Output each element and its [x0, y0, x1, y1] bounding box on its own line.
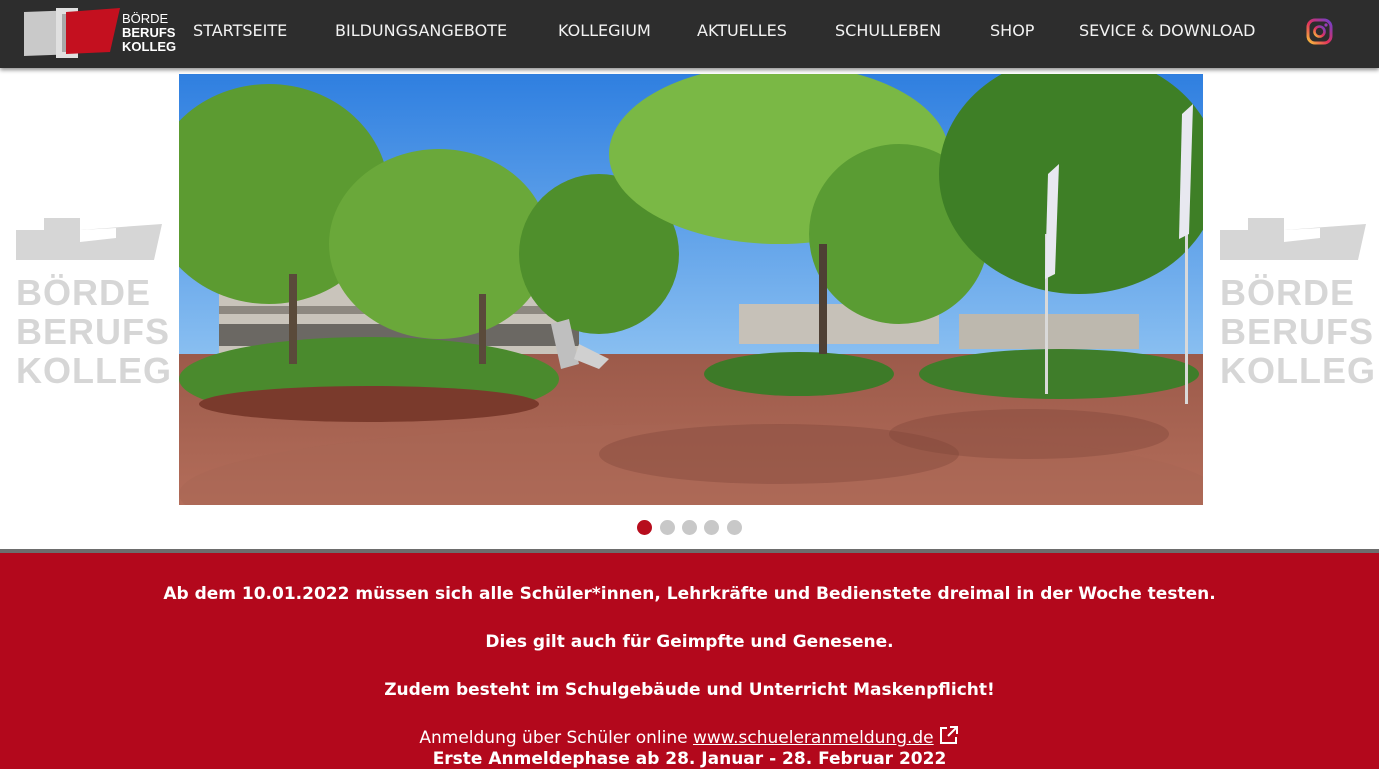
slider-dot-1[interactable]: [637, 520, 652, 535]
side-logo-left: BÖRDE BERUFS KOLLEG: [16, 216, 171, 391]
registration-phase: Erste Anmeldephase ab 28. Januar - 28. F…: [432, 749, 947, 769]
campus-photo: [179, 74, 1203, 505]
slider-dot-4[interactable]: [704, 520, 719, 535]
logo-line-2: BERUFS: [122, 25, 176, 40]
side-logo-line-3: KOLLEG: [1220, 350, 1376, 391]
slider-image[interactable]: [179, 74, 1203, 505]
nav-item-kollegium[interactable]: KOLLEGIUM: [558, 21, 651, 40]
nav-item-service-download[interactable]: SEVICE & DOWNLOAD: [1079, 21, 1255, 40]
nav-item-schulleben[interactable]: SCHULLEBEN: [835, 21, 941, 40]
slider-dot-3[interactable]: [682, 520, 697, 535]
logo-line-3: KOLLEG: [122, 39, 177, 54]
logo-line-1: BÖRDE: [122, 11, 169, 26]
logo-text: BÖRDE BERUFS KOLLEG: [122, 12, 176, 54]
registration-link[interactable]: www.schueleranmeldung.de: [693, 728, 934, 748]
announcement-line-1: Ab dem 10.01.2022 müssen sich alle Schül…: [163, 584, 1216, 604]
announcement-line-2: Dies gilt auch für Geimpfte und Genesene…: [485, 632, 894, 652]
logo-mark-icon: [16, 218, 162, 260]
announcement-line-3: Zudem besteht im Schulgebäude und Unterr…: [384, 680, 995, 700]
side-logo-right: BÖRDE BERUFS KOLLEG: [1220, 216, 1375, 391]
slider-dot-5[interactable]: [727, 520, 742, 535]
announcement-banner: Ab dem 10.01.2022 müssen sich alle Schül…: [0, 553, 1379, 769]
nav-item-shop[interactable]: SHOP: [990, 21, 1034, 40]
instagram-icon[interactable]: [1306, 18, 1333, 45]
side-logo-line-1: BÖRDE: [1220, 272, 1356, 313]
logo-mark-icon: [24, 8, 120, 58]
site-header: BÖRDE BERUFS KOLLEG STARTSEITE BILDUNGSA…: [0, 0, 1379, 68]
logo-mark-icon: [1220, 218, 1366, 260]
side-logo-line-1: BÖRDE: [16, 272, 152, 313]
side-logo-line-3: KOLLEG: [16, 350, 172, 391]
side-logo-line-2: BERUFS: [1220, 311, 1375, 352]
nav-item-startseite[interactable]: STARTSEITE: [193, 21, 287, 40]
site-logo[interactable]: BÖRDE BERUFS KOLLEG: [22, 6, 177, 60]
registration-prefix: Anmeldung über Schüler online: [419, 728, 693, 748]
external-link-icon[interactable]: [938, 724, 960, 746]
registration-line: Anmeldung über Schüler online www.schuel…: [0, 724, 1379, 748]
nav-item-bildungsangebote[interactable]: BILDUNGSANGEBOTE: [335, 21, 507, 40]
nav-item-aktuelles[interactable]: AKTUELLES: [697, 21, 787, 40]
side-logo-line-2: BERUFS: [16, 311, 171, 352]
slider-dot-2[interactable]: [660, 520, 675, 535]
